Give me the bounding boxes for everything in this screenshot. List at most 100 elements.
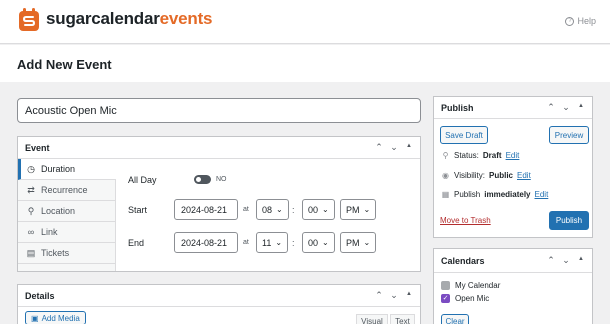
add-media-label: Add Media [41,313,80,323]
start-hour-value: 08 [262,204,273,215]
page-title: Add New Event [17,57,112,72]
move-up-icon[interactable]: ⌃ [546,255,556,266]
calendars-box: Calendars ⌃ ⌄ ▲ My Calendar ✓ Open Mic C… [433,248,593,324]
calendar-item-label: Open Mic [455,294,490,303]
start-at-label: at [243,206,249,213]
collapse-icon[interactable]: ▲ [576,103,586,114]
move-up-icon[interactable]: ⌃ [374,290,384,301]
pin-icon: ⚲ [442,151,449,160]
event-box-header: Event ⌃ ⌄ ▲ [18,137,420,159]
calendars-box-controls: ⌃ ⌄ ▲ [546,255,586,266]
collapse-icon[interactable]: ▲ [404,291,414,302]
move-down-icon[interactable]: ⌄ [389,142,399,153]
add-media-button[interactable]: ▣ Add Media [25,311,86,324]
visual-tab[interactable]: Visual [356,314,388,324]
clear-button[interactable]: Clear [441,314,469,324]
event-box: Event ⌃ ⌄ ▲ ◷ Duration ⇄ Recurrence ⚲ Lo… [17,136,421,272]
help-icon: ? [565,16,575,26]
publish-time-edit-link[interactable]: Edit [535,190,549,199]
start-minute-select[interactable]: 00 ⌄ [302,199,335,220]
top-bar: sugarcalendarevents ? Help [0,0,610,44]
chevron-down-icon: ⌄ [363,238,371,247]
move-up-icon[interactable]: ⌃ [546,102,556,113]
sugarcalendar-logo-icon [19,8,39,31]
help-label: Help [577,16,596,26]
event-box-controls: ⌃ ⌄ ▲ [374,142,414,153]
start-time-separator: : [292,205,295,215]
start-label: Start [128,205,148,215]
end-minute-select[interactable]: 00 ⌄ [302,232,335,253]
preview-button[interactable]: Preview [549,126,589,144]
chevron-down-icon: ⌄ [275,238,283,247]
move-to-trash-link[interactable]: Move to Trash [440,216,491,225]
start-hour-select[interactable]: 08 ⌄ [256,199,289,220]
visibility-value: Public [488,171,513,180]
brand-name: sugarcalendarevents [46,9,212,29]
checkbox-unchecked-icon[interactable] [441,281,450,290]
tab-label: Duration [41,164,76,174]
end-at-label: at [243,239,249,246]
calendar-item-label: My Calendar [455,281,501,290]
visibility-edit-link[interactable]: Edit [517,171,531,180]
save-draft-button[interactable]: Save Draft [440,126,488,144]
tab-label: Recurrence [41,185,88,195]
tab-recurrence[interactable]: ⇄ Recurrence [18,180,115,201]
tab-location[interactable]: ⚲ Location [18,201,115,222]
all-day-toggle[interactable] [194,175,211,184]
tab-link[interactable]: ∞ Link [18,222,115,243]
details-box-header: Details ⌃ ⌄ ▲ [18,285,420,307]
all-day-state: NO [216,176,227,183]
eye-icon: ◉ [442,171,449,180]
publish-box-header: Publish ⌃ ⌄ ▲ [434,97,592,119]
move-down-icon[interactable]: ⌄ [389,290,399,301]
all-day-label: All Day [128,175,157,185]
details-box-controls: ⌃ ⌄ ▲ [374,290,414,301]
publish-time-value: immediately [484,190,531,199]
event-tabs: ◷ Duration ⇄ Recurrence ⚲ Location ∞ Lin… [18,159,116,271]
chevron-down-icon: ⌄ [322,205,329,214]
chevron-down-icon: ⌄ [363,205,371,214]
calendar-item-my-calendar[interactable]: My Calendar [441,281,500,290]
text-tab[interactable]: Text [390,314,415,324]
move-down-icon[interactable]: ⌄ [561,255,571,266]
publish-box-title: Publish [441,103,474,113]
help-link[interactable]: ? Help [565,16,596,26]
publish-button[interactable]: Publish [549,211,589,230]
end-hour-value: 11 [262,237,272,248]
collapse-icon[interactable]: ▲ [576,256,586,267]
tab-label: Location [41,206,76,216]
calendars-box-title: Calendars [441,256,485,266]
end-label: End [128,238,145,248]
status-label: Status: [454,151,479,160]
collapse-icon[interactable]: ▲ [404,143,414,154]
calendar-item-open-mic[interactable]: ✓ Open Mic [441,294,489,303]
recurrence-icon: ⇄ [27,184,35,195]
calendar-icon: ▦ [441,190,450,199]
title-bar: Add New Event [0,45,610,82]
tab-tickets[interactable]: ▤ Tickets [18,243,115,264]
start-date-input[interactable]: 2024-08-21 [174,199,238,220]
status-edit-link[interactable]: Edit [506,151,520,160]
tickets-icon: ▤ [26,247,36,258]
visibility-label: Visibility: [454,171,485,180]
event-box-title: Event [25,143,50,153]
end-hour-select[interactable]: 11 ⌄ [256,232,289,253]
event-title-input[interactable] [17,98,421,123]
link-icon: ∞ [27,227,35,237]
end-ampm-value: PM [346,237,360,248]
publish-box: Publish ⌃ ⌄ ▲ Save Draft Preview ⚲ Statu… [433,96,593,238]
end-time-separator: : [292,238,295,248]
move-up-icon[interactable]: ⌃ [374,142,384,153]
tab-duration[interactable]: ◷ Duration [18,159,116,180]
start-ampm-value: PM [346,204,360,215]
move-down-icon[interactable]: ⌄ [561,102,571,113]
status-row: ⚲ Status: Draft Edit [441,151,520,160]
status-value: Draft [482,151,502,160]
end-date-input[interactable]: 2024-08-21 [174,232,238,253]
checkbox-checked-icon[interactable]: ✓ [441,294,450,303]
brand-part2: events [159,9,213,28]
end-ampm-select[interactable]: PM ⌄ [340,232,377,253]
publish-time-row: ▦ Publish immediately Edit [441,190,549,199]
start-ampm-select[interactable]: PM ⌄ [340,199,377,220]
details-box: Details ⌃ ⌄ ▲ ▣ Add Media Visual Text [17,284,421,324]
